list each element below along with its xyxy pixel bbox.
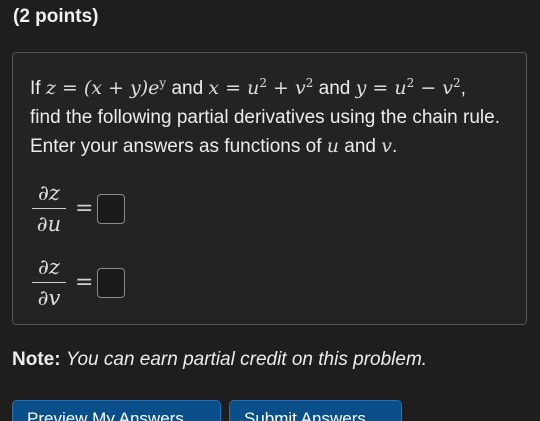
and-word-3: and: [344, 136, 376, 157]
fraction-bar: [32, 282, 66, 283]
problem-page: (2 points) If z = (x + y)ey and x = u2 +…: [0, 0, 540, 421]
answer-format-line: Enter your answers as functions of: [30, 136, 322, 157]
if-word: If: [30, 78, 41, 99]
note-text: You can earn partial credit on this prob…: [65, 349, 428, 370]
problem-box: If z = (x + y)ey and x = u2 + v2 and y =…: [12, 52, 527, 325]
period: .: [392, 136, 398, 157]
preview-answers-button[interactable]: Preview My Answers: [12, 400, 221, 421]
derivative-row-du: ∂z ∂u =: [31, 181, 126, 236]
fraction-bar: [32, 208, 66, 209]
fraction-denominator: ∂v: [37, 286, 61, 310]
and-word-2: and: [318, 78, 351, 99]
fraction-numerator: ∂z: [38, 255, 60, 279]
u-variable: u: [326, 135, 340, 157]
equals-sign: =: [75, 270, 94, 295]
equals-sign: =: [75, 196, 94, 221]
derivative-row-dv: ∂z ∂v =: [31, 255, 126, 310]
note-label: Note:: [12, 349, 61, 370]
x-definition: x = u2 + v2: [208, 76, 314, 99]
problem-statement: If z = (x + y)ey and x = u2 + v2 and y =…: [30, 69, 520, 161]
partial-z-partial-v-fraction: ∂z ∂v: [31, 255, 67, 310]
points-label: (2 points): [13, 6, 99, 27]
partial-credit-note: Note: You can earn partial credit on thi…: [12, 349, 427, 371]
z-definition: z = (x + y)ey: [45, 76, 167, 99]
fraction-numerator: ∂z: [38, 181, 60, 205]
v-variable: v: [381, 135, 393, 157]
answer-input-dv[interactable]: [97, 267, 126, 298]
and-word-1: and: [171, 78, 204, 99]
comma: ,: [460, 78, 466, 99]
partial-z-partial-u-fraction: ∂z ∂u: [31, 181, 67, 236]
instruction-line: find the following partial derivatives u…: [30, 107, 500, 128]
submit-answers-button[interactable]: Submit Answers: [229, 400, 402, 421]
y-definition: y = u2 − v2: [355, 76, 461, 99]
answer-input-du[interactable]: [97, 193, 126, 224]
fraction-denominator: ∂u: [36, 212, 62, 236]
